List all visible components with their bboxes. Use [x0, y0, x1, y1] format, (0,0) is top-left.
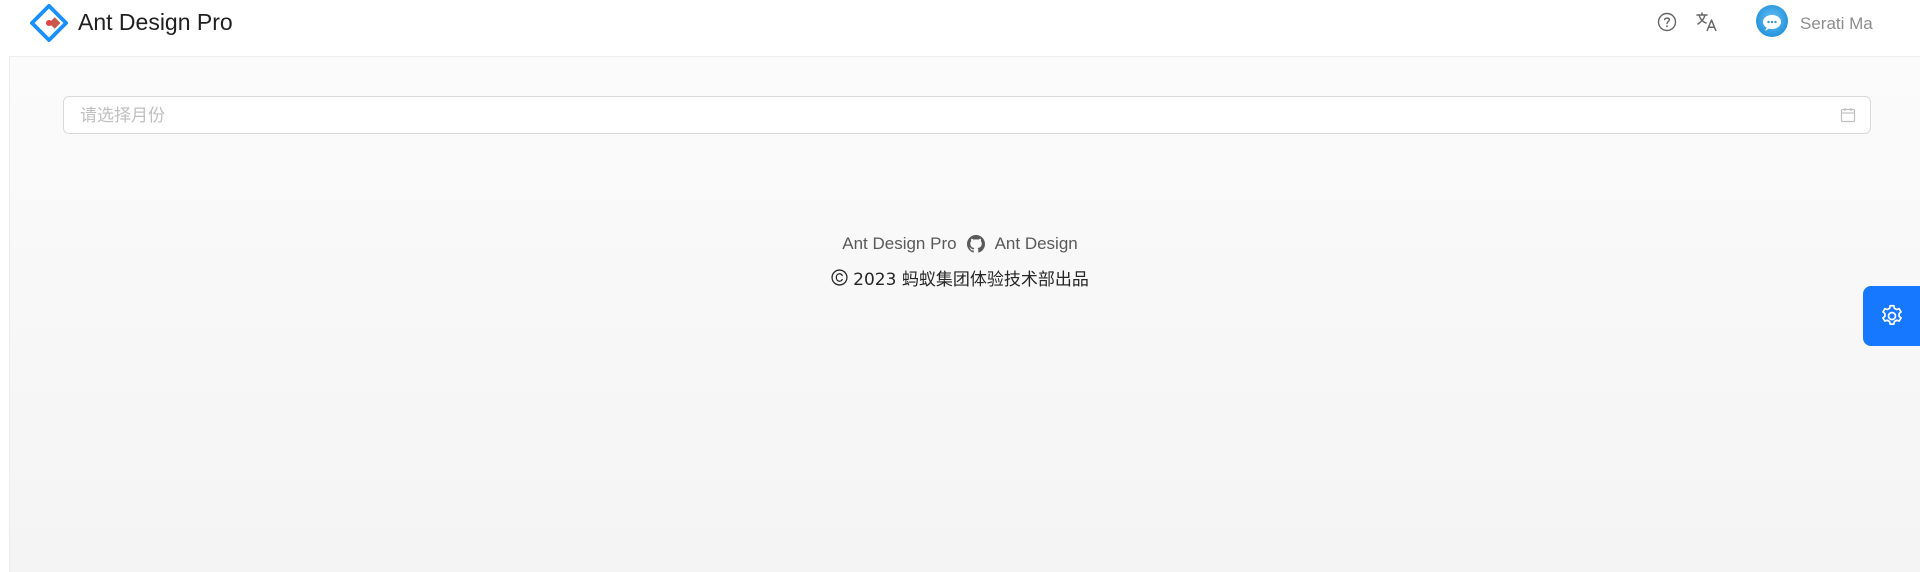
footer-link-ant-design[interactable]: Ant Design [995, 234, 1078, 254]
calendar-icon[interactable] [1840, 107, 1856, 123]
gear-icon [1881, 304, 1902, 325]
settings-drawer-button[interactable] [1863, 286, 1920, 346]
ant-design-logo[interactable] [30, 4, 68, 42]
month-picker-input[interactable] [78, 97, 1822, 135]
avatar[interactable] [1756, 5, 1788, 37]
brand-title[interactable]: Ant Design Pro [78, 9, 233, 36]
user-name[interactable]: Serati Ma [1800, 14, 1873, 34]
translation-icon[interactable] [1695, 10, 1719, 34]
top-header: Ant Design Pro Serati Ma [9, 0, 1920, 57]
copyright-text: 2023 蚂蚁集团体验技术部出品 [853, 270, 1089, 290]
avatar-chat-icon [1763, 15, 1781, 31]
github-icon[interactable] [966, 235, 985, 253]
month-picker[interactable] [63, 96, 1871, 135]
question-circle-icon[interactable] [1655, 10, 1679, 34]
copyright: 2023 蚂蚁集团体验技术部出品 [0, 265, 1920, 290]
footer-link-ant-design-pro[interactable]: Ant Design Pro [842, 234, 956, 254]
copyright-icon [831, 269, 848, 286]
footer-links: Ant Design Pro Ant Design [0, 234, 1920, 254]
